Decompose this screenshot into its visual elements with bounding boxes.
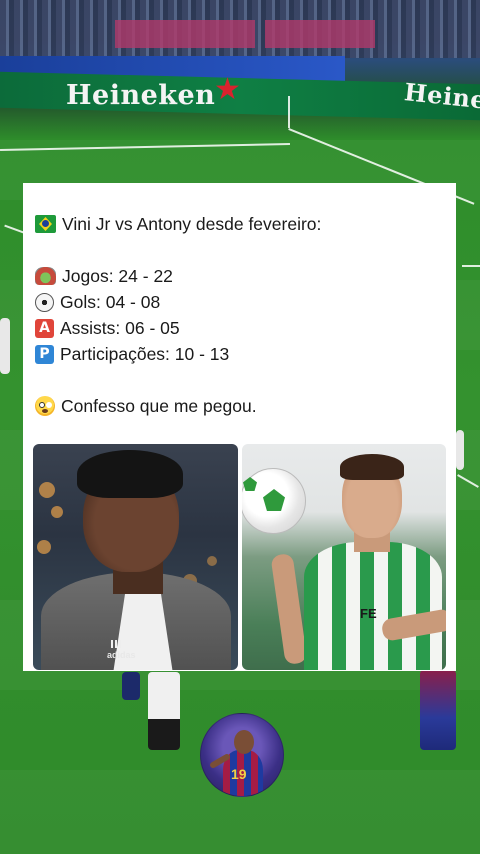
hair bbox=[77, 450, 183, 498]
stand-seats bbox=[265, 20, 375, 48]
flushed-face-icon bbox=[35, 396, 55, 416]
stat-games-text: Jogos: 24 - 22 bbox=[62, 266, 173, 286]
stat-participations-text: Participações: 10 - 13 bbox=[60, 344, 230, 364]
post-headline: Vini Jr vs Antony desde fevereiro: bbox=[35, 211, 445, 237]
heineken-logo: Heineken bbox=[66, 80, 216, 111]
creator-avatar[interactable]: 19 bbox=[200, 713, 284, 797]
hair bbox=[340, 454, 404, 480]
vini-jr-photo[interactable]: adidas bbox=[33, 444, 238, 670]
adidas-logo bbox=[111, 640, 123, 648]
pitch-line bbox=[4, 224, 24, 234]
comparison-photos: adidas FE bbox=[33, 444, 446, 670]
stat-assists: A Assists: 06 - 05 bbox=[35, 315, 445, 341]
pitch-line bbox=[462, 265, 480, 267]
player-silhouette bbox=[148, 672, 180, 750]
brazil-flag-icon bbox=[35, 215, 56, 233]
post-text: Vini Jr vs Antony desde fevereiro: Jogos… bbox=[35, 211, 445, 419]
corner-flag bbox=[288, 96, 290, 128]
red-star-icon: ★ bbox=[214, 73, 241, 106]
stand-seats bbox=[115, 20, 255, 48]
post-comment: Confesso que me pegou. bbox=[35, 393, 445, 419]
stat-games: Jogos: 24 - 22 bbox=[35, 263, 445, 289]
stat-assists-text: Assists: 06 - 05 bbox=[60, 318, 180, 338]
player-silhouette bbox=[420, 670, 456, 750]
stat-goals: Gols: 04 - 08 bbox=[35, 289, 445, 315]
shirt-sponsor: FE bbox=[360, 606, 377, 621]
head bbox=[234, 730, 254, 754]
soccer-ball-icon bbox=[35, 292, 54, 312]
letter-p-icon: P bbox=[35, 344, 54, 364]
stat-participations: P Participações: 10 - 13 bbox=[35, 341, 445, 367]
soccer-ball bbox=[242, 468, 306, 534]
letter-a-icon: A bbox=[35, 318, 54, 338]
arm bbox=[270, 553, 308, 665]
player-silhouette bbox=[0, 318, 10, 374]
player-silhouette bbox=[122, 672, 140, 700]
stat-goals-text: Gols: 04 - 08 bbox=[60, 292, 161, 312]
comment-text: Confesso que me pegou. bbox=[61, 396, 257, 416]
antony-photo[interactable]: FE bbox=[242, 444, 446, 670]
player-silhouette bbox=[456, 430, 464, 470]
adidas-wordmark: adidas bbox=[107, 650, 136, 660]
post-card: Vini Jr vs Antony desde fevereiro: Jogos… bbox=[23, 183, 456, 671]
shirt-number: 19 bbox=[231, 766, 247, 782]
headline-text: Vini Jr vs Antony desde fevereiro: bbox=[62, 214, 322, 234]
stadium-icon bbox=[35, 267, 56, 285]
